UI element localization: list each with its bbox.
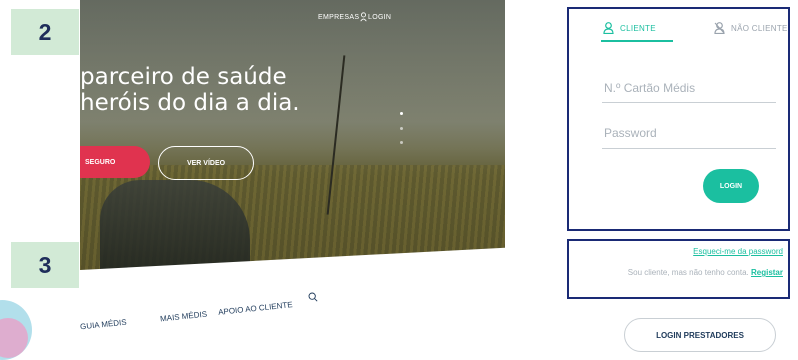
tab-cliente-label: CLIENTE bbox=[620, 23, 656, 33]
website-screenshot: EMPRESAS LOGIN parceiro de saúde heróis … bbox=[80, 0, 505, 348]
step-badge-3: 3 bbox=[11, 242, 79, 288]
forgot-password-link[interactable]: Esqueci-me da password bbox=[693, 247, 783, 256]
login-prestadores-button[interactable]: LOGIN PRESTADORES bbox=[624, 318, 776, 352]
input-underline bbox=[602, 102, 776, 103]
password-input[interactable] bbox=[604, 126, 774, 140]
ver-video-button[interactable]: VER VÍDEO bbox=[158, 146, 254, 180]
hero-headline-line1: parceiro de saúde bbox=[80, 64, 287, 90]
user-crossed-icon bbox=[714, 22, 725, 34]
hero-headline-line2: heróis do dia a dia. bbox=[80, 90, 300, 116]
input-underline bbox=[602, 148, 776, 149]
tab-nao-cliente[interactable]: NÃO CLIENTE bbox=[714, 22, 788, 34]
active-tab-indicator bbox=[601, 40, 673, 42]
carousel-dot[interactable] bbox=[400, 141, 403, 144]
hero-people-image bbox=[100, 180, 250, 270]
seguro-button[interactable]: SEGURO bbox=[80, 146, 150, 178]
user-icon bbox=[360, 12, 367, 22]
register-text: Sou cliente, mas não tenho conta. Regist… bbox=[569, 268, 783, 277]
nav-empresas-link[interactable]: EMPRESAS bbox=[318, 14, 359, 21]
search-icon[interactable] bbox=[308, 292, 318, 302]
nav-login-link[interactable]: LOGIN bbox=[368, 14, 391, 21]
carousel-dot[interactable] bbox=[400, 112, 403, 115]
tab-cliente[interactable]: CLIENTE bbox=[603, 22, 656, 34]
card-number-input[interactable] bbox=[604, 81, 774, 95]
carousel-dot[interactable] bbox=[400, 127, 403, 130]
register-link[interactable]: Registar bbox=[751, 268, 783, 277]
tab-nao-cliente-label: NÃO CLIENTE bbox=[731, 23, 788, 33]
help-links-panel: Esqueci-me da password Sou cliente, mas … bbox=[567, 239, 790, 299]
step-badge-2: 2 bbox=[11, 9, 79, 55]
hero-banner: EMPRESAS LOGIN parceiro de saúde heróis … bbox=[80, 0, 505, 270]
login-panel: CLIENTE NÃO CLIENTE LOGIN bbox=[567, 7, 790, 231]
user-icon bbox=[603, 22, 614, 34]
register-prefix: Sou cliente, mas não tenho conta. bbox=[627, 268, 749, 277]
login-button[interactable]: LOGIN bbox=[703, 169, 759, 203]
